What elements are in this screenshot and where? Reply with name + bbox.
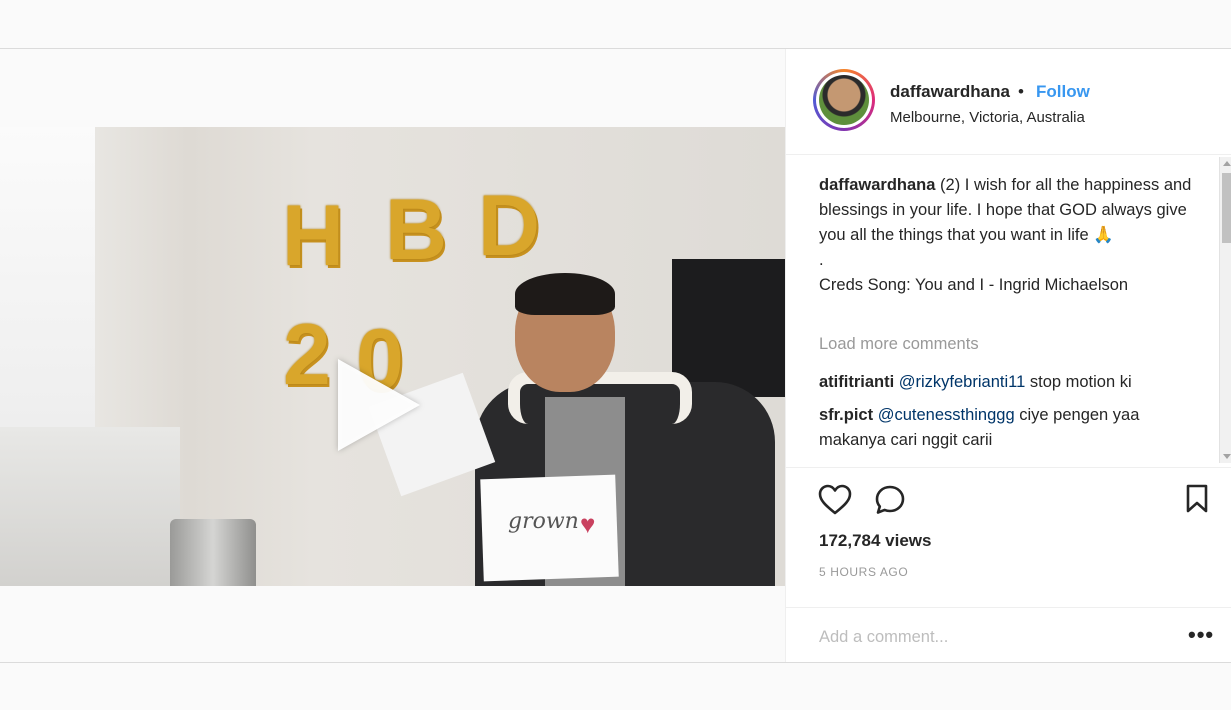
comments-list[interactable]: daffawardhana (2) I wish for all the hap… xyxy=(786,155,1218,467)
location-link[interactable]: Melbourne, Victoria, Australia xyxy=(890,109,1085,126)
video-player[interactable]: H B D 2 0 grown ♥ xyxy=(0,127,785,586)
views-count: 172,784 views xyxy=(819,531,932,550)
separator-dot: • xyxy=(1018,82,1024,101)
video-person: grown ♥ xyxy=(368,273,775,586)
comment-mention[interactable]: @rizkyfebrianti11 xyxy=(899,373,1026,391)
comment-text: stop motion ki xyxy=(1029,373,1132,391)
comment-item: atifitrianti @rizkyfebrianti11 stop moti… xyxy=(819,370,1199,395)
author-username[interactable]: daffawardhana xyxy=(890,82,1010,102)
avatar[interactable] xyxy=(813,69,875,131)
sign-heart: ♥ xyxy=(580,509,596,539)
caption: daffawardhana (2) I wish for all the hap… xyxy=(819,173,1194,298)
scrollbar-thumb[interactable] xyxy=(1222,173,1231,243)
comment-icon[interactable] xyxy=(874,484,906,521)
add-comment-bar: Add a comment... ••• xyxy=(786,607,1231,664)
play-icon[interactable] xyxy=(338,359,420,451)
caption-creds: Creds Song: You and I - Ingrid Michaelso… xyxy=(819,276,1129,294)
post-timestamp[interactable]: 5 HOURS AGO xyxy=(819,565,908,579)
follow-button[interactable]: Follow xyxy=(1036,82,1090,102)
post-card: H B D 2 0 grown ♥ daffawardhana • Follow… xyxy=(0,49,1231,663)
post-header: daffawardhana • Follow Melbourne, Victor… xyxy=(786,49,1231,155)
video-window-area xyxy=(0,127,95,427)
post-actions: 172,784 views 5 HOURS AGO Add a comment.… xyxy=(786,467,1231,663)
comment-username[interactable]: sfr.pict xyxy=(819,406,873,424)
caption-dot-line: . xyxy=(819,251,824,269)
balloon-letter: D xyxy=(478,178,541,274)
comments-scrollbar[interactable] xyxy=(1219,157,1231,463)
scroll-down-icon[interactable] xyxy=(1223,454,1231,459)
comment-item: sfr.pict @cutenessthinggg ciye pengen ya… xyxy=(819,403,1199,453)
post-sidebar: daffawardhana • Follow Melbourne, Victor… xyxy=(785,49,1231,662)
scroll-up-icon[interactable] xyxy=(1223,161,1231,166)
comment-input[interactable]: Add a comment... xyxy=(819,628,948,647)
post-media: H B D 2 0 grown ♥ xyxy=(0,49,785,662)
bookmark-icon[interactable] xyxy=(1185,484,1209,519)
comment-mention[interactable]: @cutenessthinggg xyxy=(878,406,1015,424)
video-bin xyxy=(170,519,256,586)
video-cabinet xyxy=(0,427,180,586)
comment-username[interactable]: atifitrianti xyxy=(819,373,894,391)
caption-username[interactable]: daffawardhana xyxy=(819,176,935,194)
load-more-comments-button[interactable]: Load more comments xyxy=(819,335,979,354)
top-bar xyxy=(0,0,1231,49)
balloon-letter: H xyxy=(282,188,345,284)
balloon-letter: 2 xyxy=(283,307,331,403)
balloon-letter: B xyxy=(385,182,448,278)
heart-icon[interactable] xyxy=(818,484,852,521)
sign-text: grown xyxy=(508,509,579,534)
more-options-button[interactable]: ••• xyxy=(1188,622,1214,648)
